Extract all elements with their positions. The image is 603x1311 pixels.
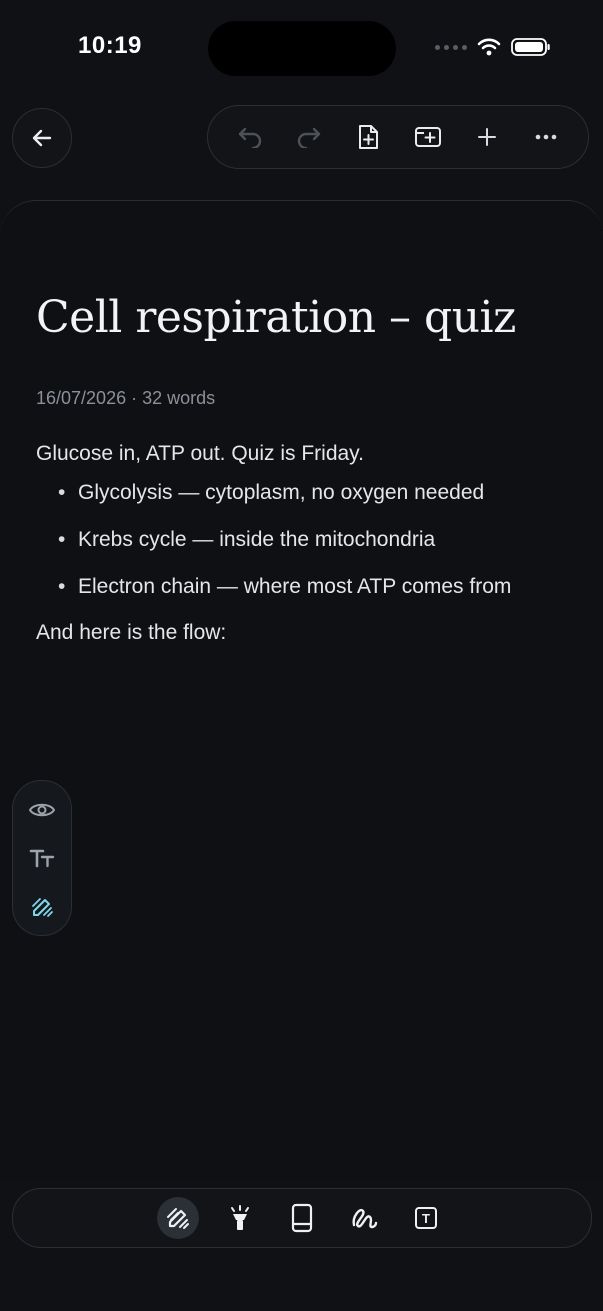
- pen-tool-icon: [167, 1208, 189, 1229]
- redo-button[interactable]: [289, 117, 329, 157]
- eye-icon: [28, 803, 56, 816]
- pen-tool-button[interactable]: [157, 1197, 199, 1239]
- note-paragraph: And here is the flow:: [36, 621, 227, 644]
- undo-button[interactable]: [230, 117, 270, 157]
- mode-rail: [12, 780, 72, 936]
- note-paragraph: Glucose in, ATP out. Quiz is Friday.: [36, 442, 364, 465]
- dynamic-island: [208, 21, 396, 76]
- text-box-button[interactable]: T: [405, 1197, 447, 1239]
- text-box-icon: T: [415, 1207, 437, 1229]
- drawing-toolbar: T: [12, 1188, 592, 1248]
- screen: 10:19 Cell respiration – quiz 16/07/2026…: [0, 0, 603, 1311]
- redo-icon: [297, 127, 321, 148]
- new-page-icon: [359, 125, 379, 149]
- highlighter-icon: [231, 1205, 249, 1230]
- note-sheet: [0, 200, 603, 1181]
- list-item: Krebs cycle — inside the mitochondria: [58, 527, 576, 552]
- battery-icon: [511, 38, 550, 56]
- more-icon: [535, 134, 557, 140]
- draw-mode-button[interactable]: [22, 887, 62, 927]
- lasso-icon: [352, 1208, 378, 1229]
- text-box-label: T: [422, 1211, 430, 1226]
- view-mode-button[interactable]: [22, 790, 62, 830]
- note-meta: 16/07/2026 · 32 words: [36, 388, 216, 408]
- text-mode-button[interactable]: [22, 838, 62, 878]
- back-arrow-icon: [32, 129, 52, 147]
- status-icons: [435, 37, 551, 57]
- note-title[interactable]: Cell respiration – quiz: [36, 292, 516, 343]
- top-toolbar: [207, 105, 589, 169]
- status-time: 10:19: [78, 32, 142, 59]
- cellular-signal-icon: [435, 44, 467, 50]
- eraser-icon: [291, 1203, 313, 1233]
- wifi-icon: [477, 38, 501, 56]
- lasso-button[interactable]: [343, 1197, 385, 1239]
- more-button[interactable]: [526, 117, 566, 157]
- highlighter-button[interactable]: [219, 1197, 261, 1239]
- insert-page-icon: [414, 127, 441, 147]
- pen-icon: [32, 897, 53, 917]
- list-item: Electron chain — where most ATP comes fr…: [58, 574, 576, 599]
- bullet-list: Glycolysis — cytoplasm, no oxygen needed…: [36, 480, 576, 599]
- note-body[interactable]: Glucose in, ATP out. Quiz is Friday. Gly…: [36, 442, 576, 645]
- insert-page-button[interactable]: [408, 117, 448, 157]
- undo-icon: [238, 127, 261, 148]
- plus-icon: [477, 128, 496, 146]
- back-button[interactable]: [12, 108, 72, 168]
- eraser-button[interactable]: [281, 1197, 323, 1239]
- text-size-icon: [29, 849, 55, 868]
- add-button[interactable]: [467, 117, 507, 157]
- new-page-button[interactable]: [348, 117, 388, 157]
- list-item: Glycolysis — cytoplasm, no oxygen needed: [58, 480, 576, 505]
